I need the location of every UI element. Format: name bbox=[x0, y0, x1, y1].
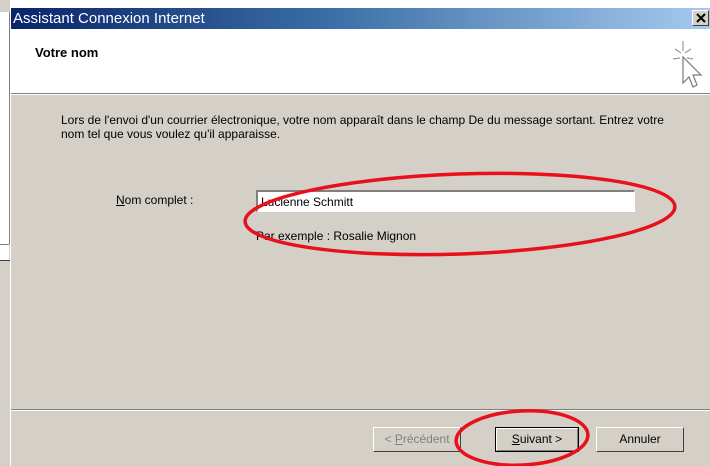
wizard-header: Votre nom bbox=[11, 29, 710, 94]
close-button[interactable] bbox=[692, 10, 709, 26]
title-bar[interactable]: Assistant Connexion Internet bbox=[11, 8, 710, 29]
example-text: Par exemple : Rosalie Mignon bbox=[256, 229, 417, 243]
full-name-label: Nom complet : bbox=[116, 193, 194, 207]
intro-text: Lors de l'envoi d'un courrier électroniq… bbox=[61, 113, 664, 141]
wizard-sparkle-cursor-icon bbox=[672, 41, 703, 88]
wizard-dialog: Assistant Connexion Internet Votre nom L… bbox=[10, 0, 710, 466]
page-title: Votre nom bbox=[35, 45, 99, 60]
full-name-input[interactable] bbox=[256, 190, 635, 212]
screen: Assistant Connexion Internet Votre nom L… bbox=[0, 0, 710, 466]
next-button[interactable]: Suivant > bbox=[495, 427, 579, 452]
close-icon bbox=[696, 13, 706, 23]
window-title: Assistant Connexion Internet bbox=[13, 10, 205, 27]
cancel-button[interactable]: Annuler bbox=[596, 427, 684, 452]
previous-button[interactable]: < Précédent bbox=[373, 427, 461, 452]
